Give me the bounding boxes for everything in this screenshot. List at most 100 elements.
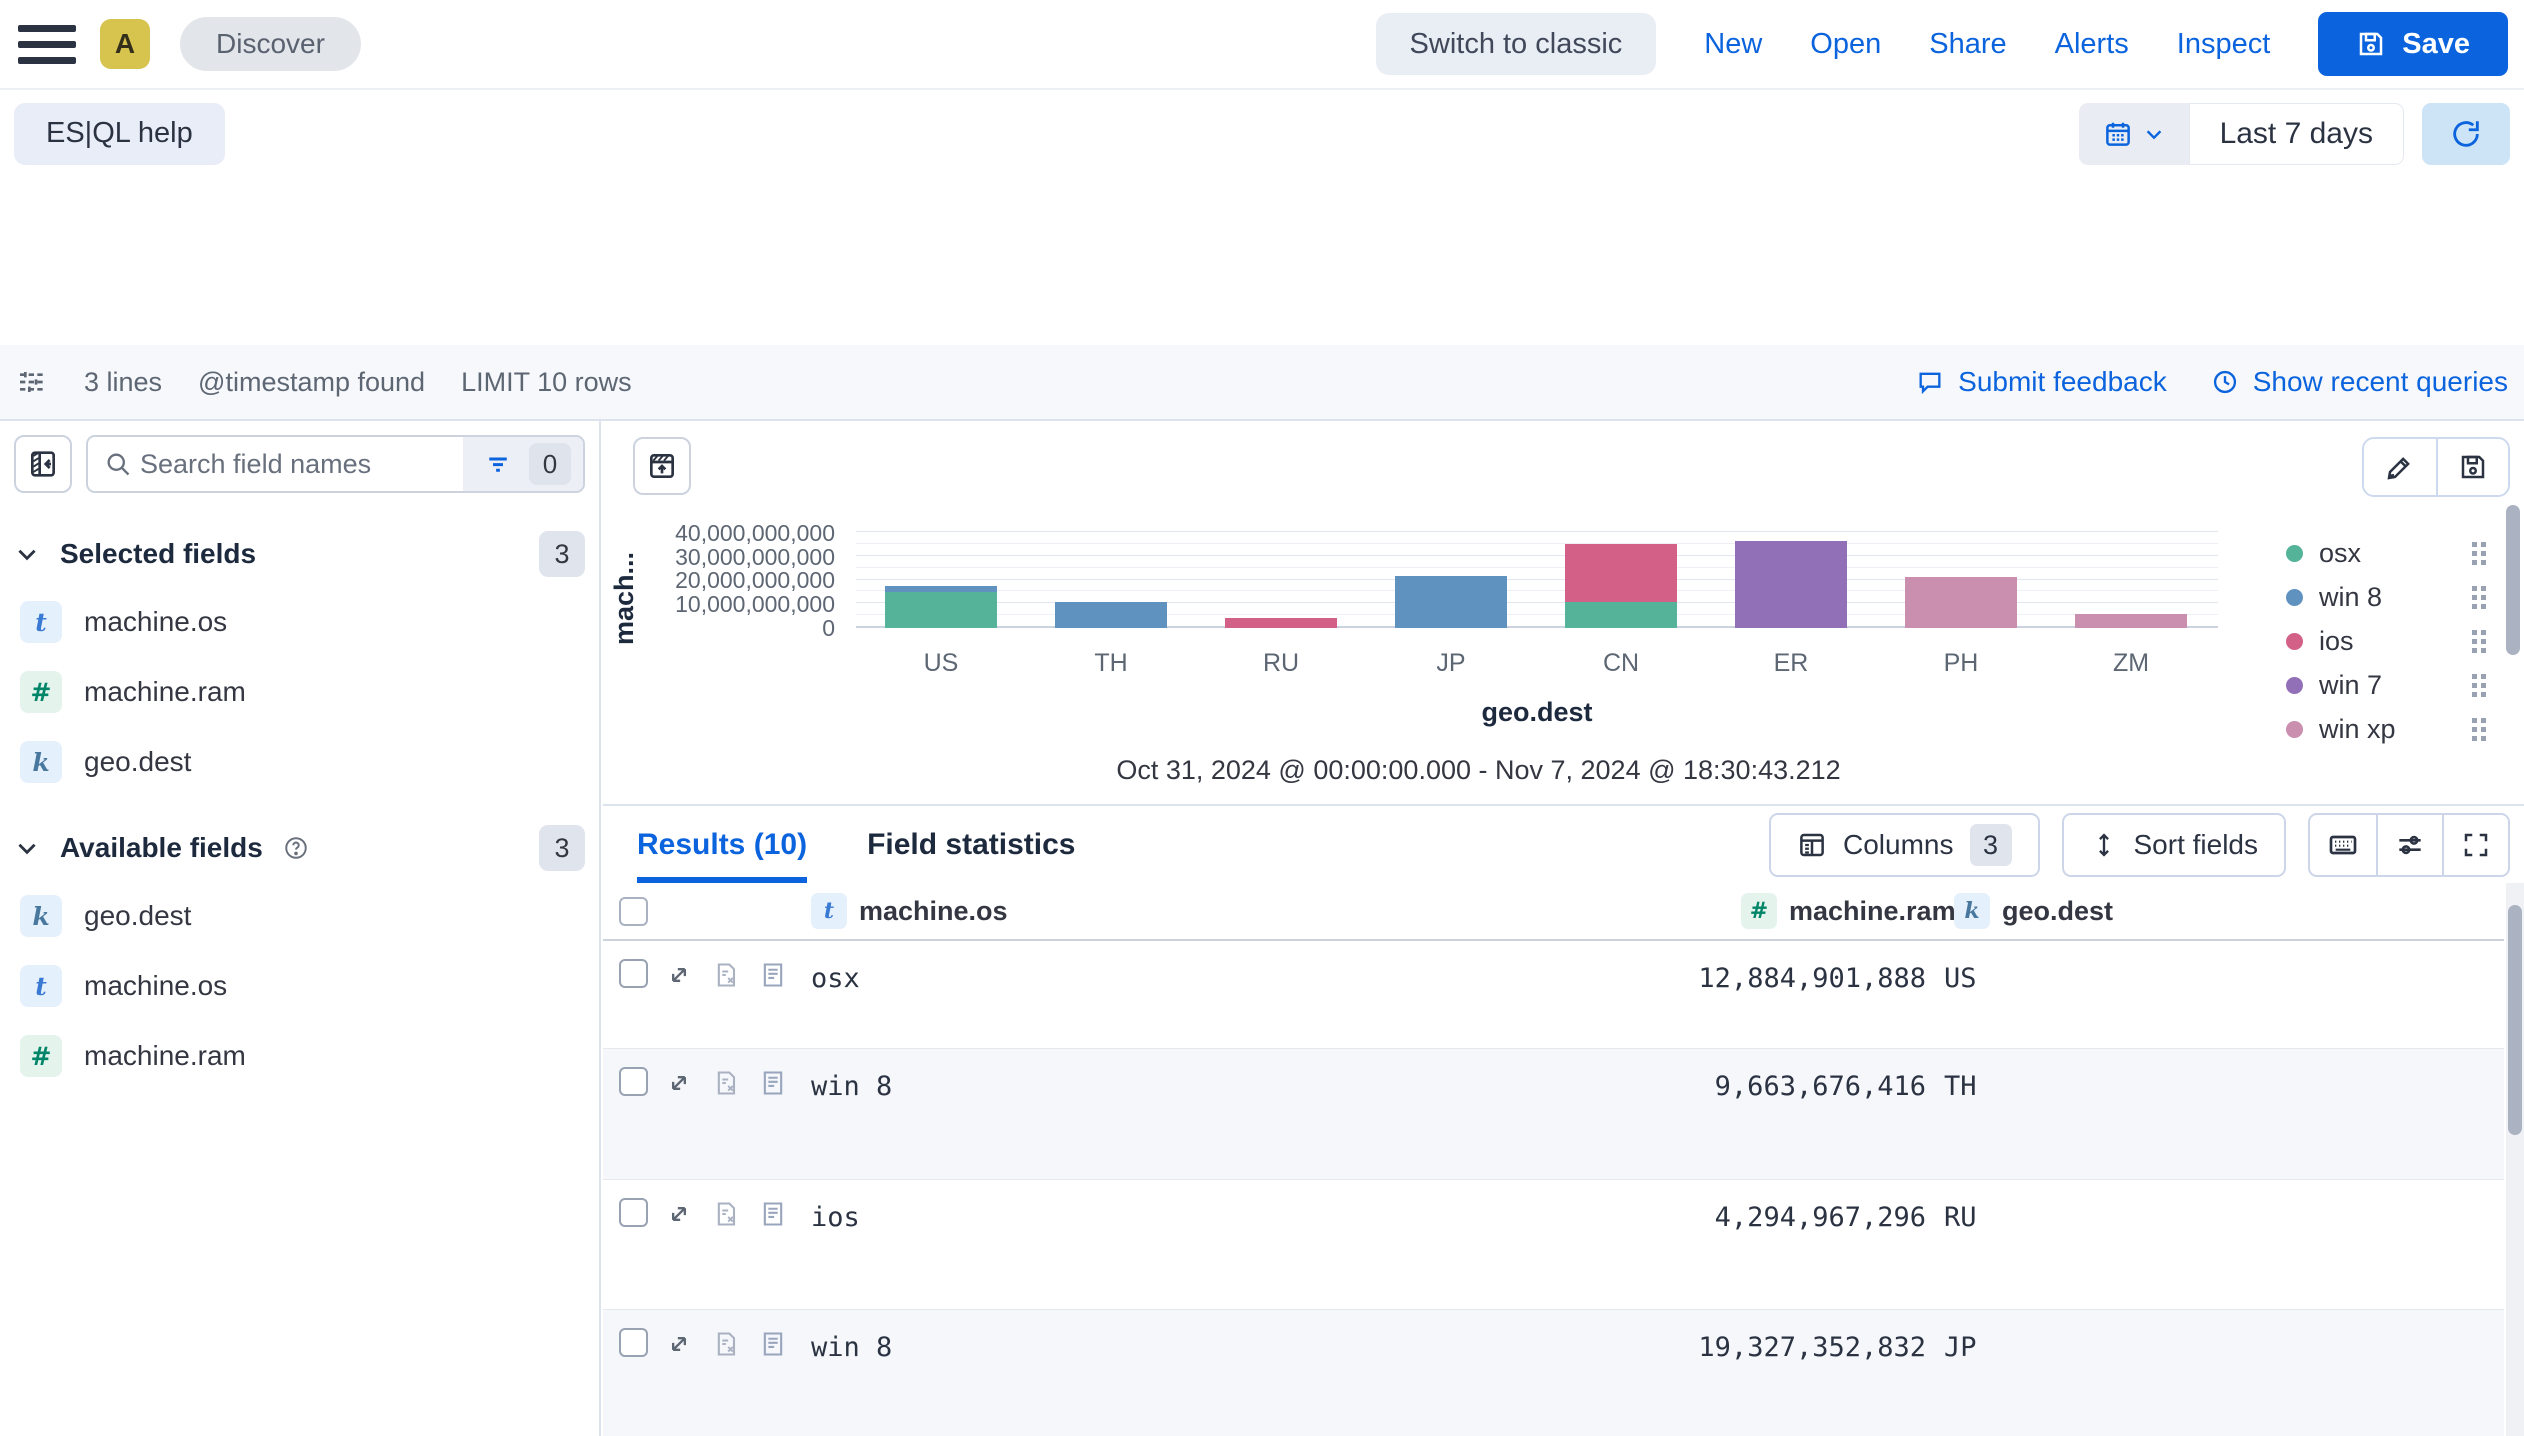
tab-results[interactable]: Results (10) bbox=[637, 807, 807, 883]
switch-to-classic-button[interactable]: Switch to classic bbox=[1376, 13, 1657, 75]
view-details-icon[interactable] bbox=[759, 1200, 787, 1228]
selected-fields-header[interactable]: Selected fields 3 bbox=[14, 531, 585, 577]
keyboard-shortcuts-button[interactable] bbox=[2310, 815, 2376, 875]
bar-ZM[interactable]: ZM bbox=[2046, 533, 2216, 628]
legend-item[interactable]: win 8 bbox=[2286, 581, 2486, 613]
field-search[interactable]: 0 bbox=[86, 435, 585, 493]
bar-segment-ios[interactable] bbox=[1225, 618, 1337, 628]
columns-button[interactable]: Columns 3 bbox=[1769, 813, 2039, 877]
inspect-button[interactable]: Inspect bbox=[2177, 28, 2271, 61]
table-row[interactable]: osx12,884,901,888US bbox=[603, 941, 2504, 1049]
bar-JP[interactable]: JP bbox=[1366, 533, 1536, 628]
results-scrollbar-thumb[interactable] bbox=[2508, 905, 2522, 1135]
available-fields-header[interactable]: Available fields 3 bbox=[14, 825, 585, 871]
edit-visualization-button[interactable] bbox=[2364, 439, 2436, 495]
bar-segment-win-8[interactable] bbox=[1395, 576, 1507, 628]
table-row[interactable]: ios4,294,967,296RU bbox=[603, 1180, 2504, 1310]
collapse-sidebar-button[interactable] bbox=[14, 435, 72, 493]
view-details-icon[interactable] bbox=[759, 961, 787, 989]
tab-field-statistics[interactable]: Field statistics bbox=[867, 807, 1075, 883]
search-icon bbox=[104, 450, 132, 478]
space-avatar[interactable]: A bbox=[100, 19, 150, 69]
view-details-icon[interactable] bbox=[759, 1069, 787, 1097]
chart-plot[interactable]: USTHRUJPCNERPHZM bbox=[856, 533, 2218, 628]
display-options-button[interactable] bbox=[2376, 815, 2442, 875]
bar-segment-osx[interactable] bbox=[1565, 602, 1677, 628]
table-row[interactable]: win 819,327,352,832JP bbox=[603, 1310, 2504, 1436]
drag-handle-icon[interactable] bbox=[2472, 674, 2486, 697]
expand-row-icon[interactable] bbox=[665, 1200, 693, 1228]
legend-item[interactable]: win xp bbox=[2286, 713, 2486, 745]
x-tick-label: TH bbox=[1026, 649, 1196, 678]
field-item[interactable]: t machine.os bbox=[14, 961, 585, 1011]
row-checkbox[interactable] bbox=[619, 1067, 648, 1096]
search-input[interactable] bbox=[132, 449, 463, 480]
time-range-value[interactable]: Last 7 days bbox=[2189, 103, 2404, 165]
select-all-checkbox[interactable] bbox=[619, 897, 648, 926]
row-checkbox[interactable] bbox=[619, 1198, 648, 1227]
drag-handle-icon[interactable] bbox=[2472, 630, 2486, 653]
editor-settings-icon[interactable] bbox=[16, 366, 48, 398]
column-header-geo-dest[interactable]: k geo.dest bbox=[1954, 893, 2113, 929]
drag-handle-icon[interactable] bbox=[2472, 718, 2486, 741]
column-header-machine-os[interactable]: t machine.os bbox=[811, 893, 1008, 929]
view-details-icon[interactable] bbox=[759, 1330, 787, 1358]
field-item[interactable]: k geo.dest bbox=[14, 891, 585, 941]
field-item[interactable]: t machine.os bbox=[14, 597, 585, 647]
bar-segment-win-8[interactable] bbox=[1055, 602, 1167, 628]
bar-segment-win-xp[interactable] bbox=[2075, 614, 2187, 628]
bar-segment-win-8[interactable] bbox=[885, 586, 997, 592]
legend-item[interactable]: win 7 bbox=[2286, 669, 2486, 701]
share-button[interactable]: Share bbox=[1929, 28, 2006, 61]
new-button[interactable]: New bbox=[1704, 28, 1762, 61]
bar-PH[interactable]: PH bbox=[1876, 533, 2046, 628]
expand-row-icon[interactable] bbox=[665, 961, 693, 989]
field-item[interactable]: # machine.ram bbox=[14, 667, 585, 717]
esql-editor[interactable]: 1 FROM kibana_sample_data_logs 2 | KEEP … bbox=[0, 175, 2524, 345]
legend-item[interactable]: osx bbox=[2286, 537, 2486, 569]
legend-item[interactable]: ios bbox=[2286, 625, 2486, 657]
display-options-icon bbox=[2394, 829, 2426, 861]
bar-segment-win-7[interactable] bbox=[1735, 541, 1847, 628]
breadcrumb[interactable]: Discover bbox=[180, 17, 361, 71]
row-checkbox[interactable] bbox=[619, 1328, 648, 1357]
menu-icon[interactable] bbox=[16, 13, 78, 75]
field-filter-button[interactable]: 0 bbox=[463, 437, 583, 491]
bar-CN[interactable]: CN bbox=[1536, 533, 1706, 628]
bar-segment-osx[interactable] bbox=[885, 592, 997, 628]
bar-TH[interactable]: TH bbox=[1026, 533, 1196, 628]
degraded-doc-icon bbox=[713, 1200, 741, 1228]
show-recent-queries-link[interactable]: Show recent queries bbox=[2211, 366, 2508, 398]
bar-ER[interactable]: ER bbox=[1706, 533, 1876, 628]
help-icon[interactable] bbox=[283, 835, 309, 861]
save-visualization-button[interactable] bbox=[2436, 439, 2508, 495]
column-header-machine-ram[interactable]: # machine.ram bbox=[1741, 893, 1956, 929]
row-checkbox[interactable] bbox=[619, 959, 648, 988]
drag-handle-icon[interactable] bbox=[2472, 542, 2486, 565]
number-field-icon: # bbox=[20, 1035, 62, 1077]
open-button[interactable]: Open bbox=[1810, 28, 1881, 61]
results-scrollbar-track[interactable] bbox=[2506, 883, 2524, 1436]
chart-scrollbar[interactable] bbox=[2506, 505, 2520, 655]
field-item[interactable]: k geo.dest bbox=[14, 737, 585, 787]
expand-row-icon[interactable] bbox=[665, 1069, 693, 1097]
save-button[interactable]: Save bbox=[2318, 12, 2508, 76]
hide-chart-button[interactable] bbox=[633, 437, 691, 495]
alerts-button[interactable]: Alerts bbox=[2055, 28, 2129, 61]
refresh-button[interactable] bbox=[2422, 103, 2510, 165]
sort-fields-button[interactable]: Sort fields bbox=[2062, 813, 2287, 877]
submit-feedback-link[interactable]: Submit feedback bbox=[1916, 366, 2167, 398]
table-row[interactable]: win 89,663,676,416TH bbox=[603, 1049, 2504, 1180]
esql-help-button[interactable]: ES|QL help bbox=[14, 103, 225, 165]
fullscreen-button[interactable] bbox=[2442, 815, 2508, 875]
bar-RU[interactable]: RU bbox=[1196, 533, 1366, 628]
bar-segment-win-xp[interactable] bbox=[1905, 577, 2017, 628]
drag-handle-icon[interactable] bbox=[2472, 586, 2486, 609]
field-item[interactable]: # machine.ram bbox=[14, 1031, 585, 1081]
x-tick-label: JP bbox=[1366, 649, 1536, 678]
expand-row-icon[interactable] bbox=[665, 1330, 693, 1358]
bar-segment-ios[interactable] bbox=[1565, 544, 1677, 602]
date-picker-calendar-button[interactable] bbox=[2079, 103, 2189, 165]
y-tick-label: 0 bbox=[603, 616, 835, 640]
bar-US[interactable]: US bbox=[856, 533, 1026, 628]
